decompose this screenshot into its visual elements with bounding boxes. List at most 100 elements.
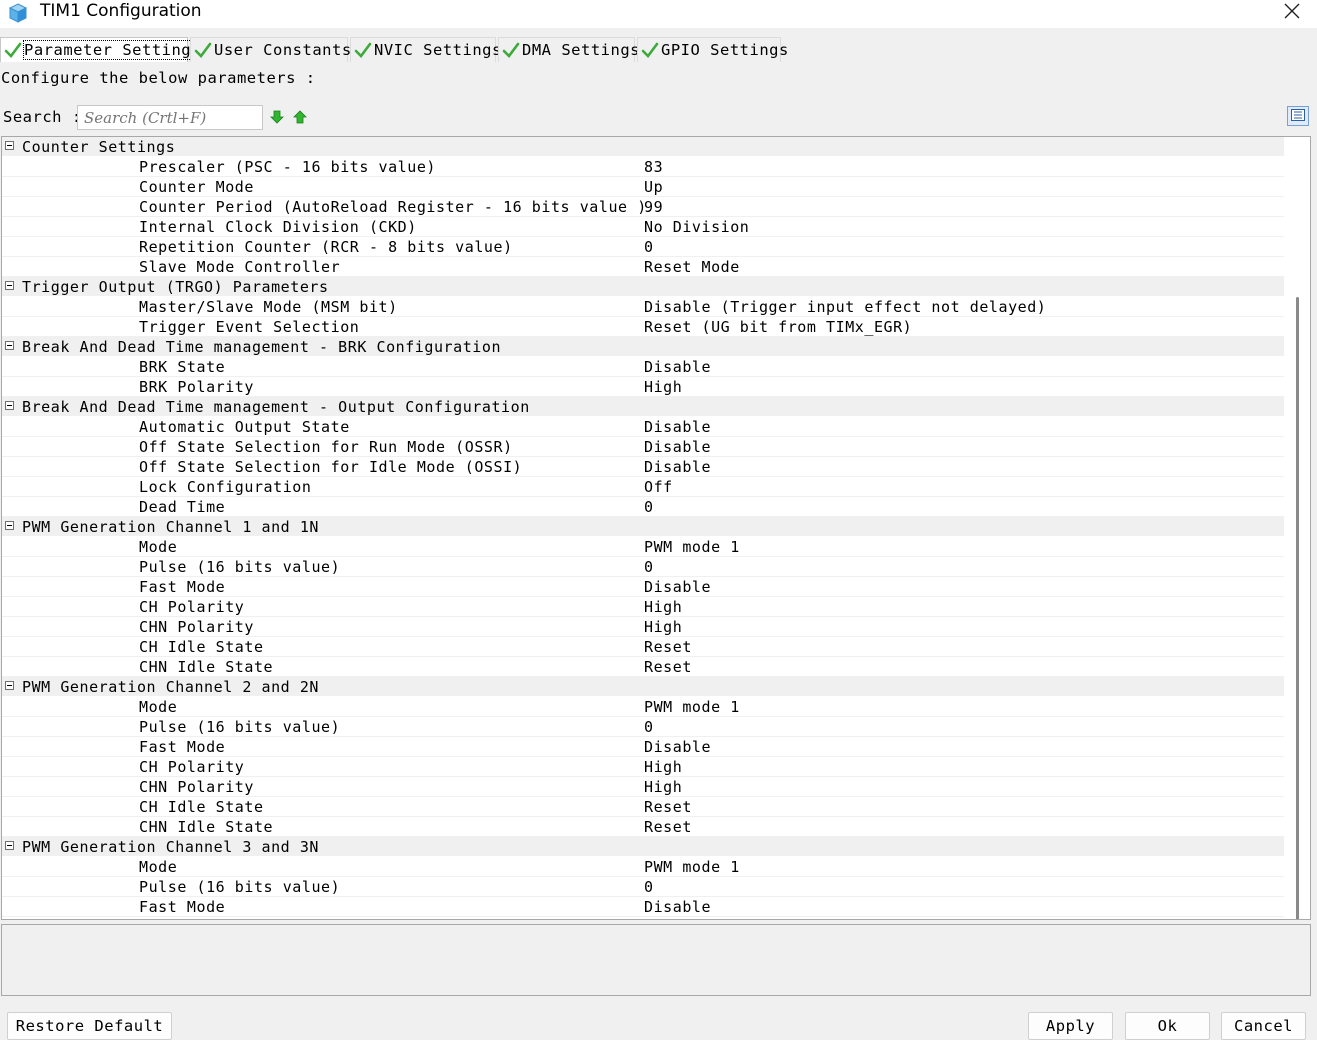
parameter-row[interactable]: CHN Idle State Reset: [2, 817, 1284, 837]
parameter-value[interactable]: 0: [644, 498, 654, 516]
parameter-row[interactable]: Off State Selection for Run Mode (OSSR) D…: [2, 437, 1284, 457]
parameter-row[interactable]: Mode PWM mode 1: [2, 537, 1284, 557]
parameter-row[interactable]: Fast Mode Disable: [2, 737, 1284, 757]
parameter-value[interactable]: Disable: [644, 738, 711, 756]
parameter-row[interactable]: Fast Mode Disable: [2, 897, 1284, 917]
close-button[interactable]: [1268, 0, 1316, 26]
parameter-value[interactable]: Reset: [644, 658, 692, 676]
collapse-icon[interactable]: [5, 681, 14, 690]
parameter-row[interactable]: Fast Mode Disable: [2, 577, 1284, 597]
collapse-icon[interactable]: [5, 401, 14, 410]
parameter-row[interactable]: Slave Mode Controller Reset Mode: [2, 257, 1284, 277]
parameter-value[interactable]: 83: [644, 158, 663, 176]
restore-default-button[interactable]: Restore Default: [7, 1012, 172, 1040]
parameter-value[interactable]: 99: [644, 198, 663, 216]
scrollbar-thumb[interactable]: [1296, 297, 1299, 919]
parameter-row[interactable]: Mode PWM mode 1: [2, 857, 1284, 877]
apply-button[interactable]: Apply: [1028, 1012, 1113, 1040]
parameter-value[interactable]: High: [644, 778, 682, 796]
collapse-icon[interactable]: [5, 281, 14, 290]
collapse-icon[interactable]: [5, 141, 14, 150]
list-view-button[interactable]: [1287, 106, 1309, 126]
parameter-value[interactable]: 0: [644, 718, 654, 736]
parameter-name: Fast Mode: [139, 578, 226, 596]
arrow-down-icon[interactable]: [269, 109, 285, 125]
tab-gpio-settings[interactable]: GPIO Settings: [637, 37, 788, 62]
parameter-value[interactable]: Reset (UG bit from TIMx_EGR): [644, 318, 912, 336]
parameter-row[interactable]: Counter Mode Up: [2, 177, 1284, 197]
parameter-row[interactable]: Pulse (16 bits value) 0: [2, 717, 1284, 737]
parameter-name: Repetition Counter (RCR - 8 bits value): [139, 238, 513, 256]
parameter-value[interactable]: PWM mode 1: [644, 698, 740, 716]
parameter-value[interactable]: Reset: [644, 798, 692, 816]
parameter-value[interactable]: Disable: [644, 418, 711, 436]
collapse-icon[interactable]: [5, 341, 14, 350]
parameter-row[interactable]: CHN Idle State Reset: [2, 657, 1284, 677]
parameter-value[interactable]: Reset: [644, 638, 692, 656]
parameter-value[interactable]: Disable: [644, 438, 711, 456]
parameter-value[interactable]: High: [644, 618, 682, 636]
parameter-row[interactable]: CHN Polarity High: [2, 777, 1284, 797]
tab-parameter-settings[interactable]: Parameter Settings: [0, 37, 202, 62]
collapse-icon[interactable]: [5, 521, 14, 530]
parameter-value[interactable]: Reset Mode: [644, 258, 740, 276]
parameter-value[interactable]: Off: [644, 478, 673, 496]
parameter-row[interactable]: Repetition Counter (RCR - 8 bits value) 0: [2, 237, 1284, 257]
parameter-row[interactable]: BRK Polarity High: [2, 377, 1284, 397]
cube-icon: [7, 2, 29, 24]
parameter-value[interactable]: PWM mode 1: [644, 538, 740, 556]
parameter-value[interactable]: High: [644, 378, 682, 396]
parameter-value[interactable]: Disable (Trigger input effect not delaye…: [644, 298, 1046, 316]
parameter-value[interactable]: Up: [644, 178, 663, 196]
parameter-row[interactable]: Counter Period (AutoReload Register - 16…: [2, 197, 1284, 217]
parameter-row[interactable]: Pulse (16 bits value) 0: [2, 557, 1284, 577]
parameter-value[interactable]: High: [644, 598, 682, 616]
tree-group-row[interactable]: Break And Dead Time management - BRK Con…: [2, 337, 1284, 357]
parameter-row[interactable]: Pulse (16 bits value) 0: [2, 877, 1284, 897]
tab-dma-settings[interactable]: DMA Settings: [498, 37, 639, 62]
tree-group-row[interactable]: PWM Generation Channel 2 and 2N: [2, 677, 1284, 697]
tree-group-row[interactable]: Trigger Output (TRGO) Parameters: [2, 277, 1284, 297]
tree-group-row[interactable]: Break And Dead Time management - Output …: [2, 397, 1284, 417]
tab-user-constants[interactable]: User Constants: [190, 37, 351, 62]
ok-button[interactable]: Ok: [1125, 1012, 1210, 1040]
parameter-value[interactable]: PWM mode 1: [644, 858, 740, 876]
arrow-up-icon[interactable]: [292, 109, 308, 125]
parameter-row[interactable]: CH Idle State Reset: [2, 797, 1284, 817]
collapse-icon[interactable]: [5, 841, 14, 850]
parameter-value[interactable]: Disable: [644, 898, 711, 916]
parameter-name: Automatic Output State: [139, 418, 350, 436]
parameter-row[interactable]: Mode PWM mode 1: [2, 697, 1284, 717]
parameter-value[interactable]: Disable: [644, 578, 711, 596]
cancel-button[interactable]: Cancel: [1221, 1012, 1306, 1040]
parameter-row[interactable]: Dead Time 0: [2, 497, 1284, 517]
check-icon: [4, 41, 22, 59]
parameter-value[interactable]: No Division: [644, 218, 749, 236]
search-input[interactable]: [77, 105, 263, 130]
parameter-row[interactable]: Internal Clock Division (CKD) No Division: [2, 217, 1284, 237]
parameter-row[interactable]: Trigger Event Selection Reset (UG bit fro…: [2, 317, 1284, 337]
parameter-row[interactable]: BRK State Disable: [2, 357, 1284, 377]
parameter-row[interactable]: Master/Slave Mode (MSM bit) Disable (Trig…: [2, 297, 1284, 317]
parameter-value[interactable]: 0: [644, 558, 654, 576]
parameter-value[interactable]: 0: [644, 878, 654, 896]
parameter-row[interactable]: CH Polarity High: [2, 757, 1284, 777]
parameter-value[interactable]: Disable: [644, 458, 711, 476]
parameter-value[interactable]: High: [644, 758, 682, 776]
parameter-row[interactable]: Off State Selection for Idle Mode (OSSI)…: [2, 457, 1284, 477]
vertical-scrollbar[interactable]: [1292, 297, 1302, 919]
parameter-row[interactable]: Lock Configuration Off: [2, 477, 1284, 497]
parameter-row[interactable]: CHN Polarity High: [2, 617, 1284, 637]
parameter-name: CH Polarity: [139, 598, 245, 616]
parameter-row[interactable]: Prescaler (PSC - 16 bits value) 83: [2, 157, 1284, 177]
parameter-row[interactable]: CH Polarity High: [2, 597, 1284, 617]
parameter-value[interactable]: 0: [644, 238, 654, 256]
tab-nvic-settings[interactable]: NVIC Settings: [350, 37, 501, 62]
parameter-row[interactable]: Automatic Output State Disable: [2, 417, 1284, 437]
tree-group-row[interactable]: Counter Settings: [2, 137, 1284, 157]
tree-group-row[interactable]: PWM Generation Channel 1 and 1N: [2, 517, 1284, 537]
parameter-value[interactable]: Reset: [644, 818, 692, 836]
parameter-value[interactable]: Disable: [644, 358, 711, 376]
parameter-row[interactable]: CH Idle State Reset: [2, 637, 1284, 657]
tree-group-row[interactable]: PWM Generation Channel 3 and 3N: [2, 837, 1284, 857]
